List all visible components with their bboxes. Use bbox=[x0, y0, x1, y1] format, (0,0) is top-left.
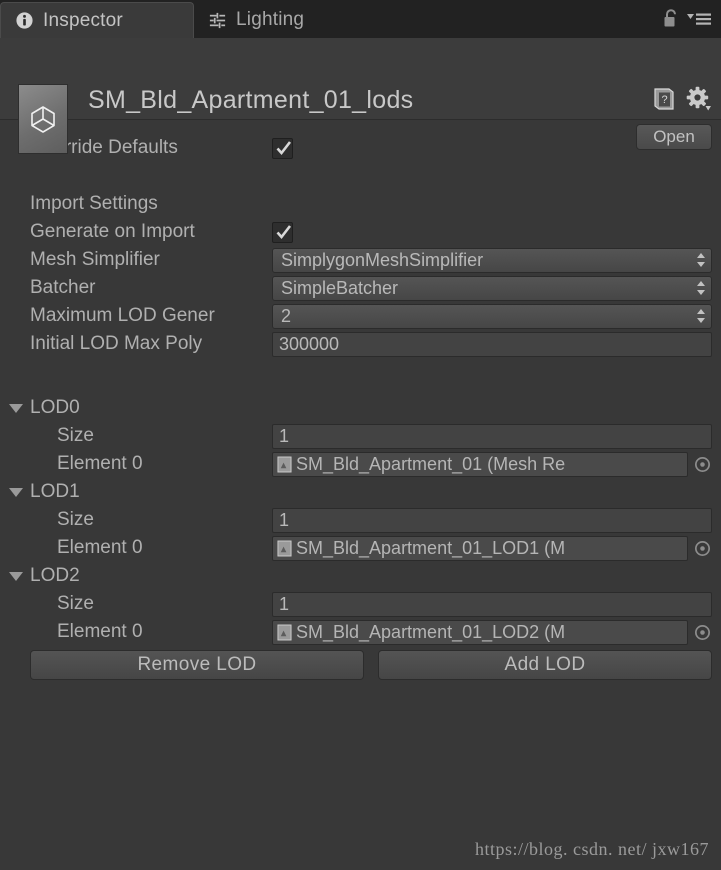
import-settings-header: Import Settings bbox=[30, 193, 158, 214]
help-book-icon[interactable]: ? bbox=[652, 86, 676, 112]
inspector-body: Override Defaults Import Settings Genera… bbox=[0, 120, 721, 680]
lod1-element-0-label: Element 0 bbox=[57, 537, 143, 558]
lod1-label: LOD1 bbox=[30, 481, 80, 502]
mesh-renderer-icon bbox=[277, 456, 292, 472]
tab-inspector-label: Inspector bbox=[43, 9, 123, 31]
foldout-lod0[interactable]: LOD0 bbox=[0, 394, 721, 422]
batcher-label: Batcher bbox=[30, 277, 96, 298]
avatar bbox=[18, 84, 68, 154]
chevron-updown-icon bbox=[697, 253, 705, 267]
generate-on-import-label: Generate on Import bbox=[30, 221, 195, 242]
tab-lighting-label: Lighting bbox=[236, 9, 305, 30]
mesh-simplifier-dropdown[interactable]: SimplygonMeshSimplifier bbox=[272, 247, 712, 273]
lod0-size-label: Size bbox=[57, 425, 94, 446]
maximum-lod-generated-value: 2 bbox=[281, 305, 292, 326]
generate-on-import-checkbox[interactable] bbox=[272, 221, 293, 243]
mesh-renderer-icon bbox=[277, 540, 292, 556]
lod2-element-0-objectfield[interactable]: SM_Bld_Apartment_01_LOD2 (M bbox=[272, 619, 688, 645]
lod1-element-0-value: SM_Bld_Apartment_01_LOD1 (M bbox=[296, 537, 566, 558]
lod2-label: LOD2 bbox=[30, 565, 80, 586]
chevron-updown-icon bbox=[697, 281, 705, 295]
row-batcher: Batcher SimpleBatcher bbox=[0, 274, 721, 302]
page-title: SM_Bld_Apartment_01_lods bbox=[88, 86, 414, 114]
lod2-size-input[interactable]: 1 bbox=[272, 591, 712, 617]
chevron-down-icon bbox=[9, 571, 23, 581]
lod2-element-0-value: SM_Bld_Apartment_01_LOD2 (M bbox=[296, 621, 566, 642]
checkmark-icon bbox=[276, 140, 292, 155]
row-lod1-size: Size 1 bbox=[0, 506, 721, 534]
tab-bar-controls bbox=[662, 8, 721, 38]
lod-action-buttons: Remove LOD Add LOD bbox=[0, 646, 721, 680]
row-lod0-size: Size 1 bbox=[0, 422, 721, 450]
object-picker-icon[interactable] bbox=[693, 623, 712, 642]
batcher-value: SimpleBatcher bbox=[281, 277, 399, 298]
maximum-lod-generated-label: Maximum LOD Gener bbox=[30, 305, 215, 326]
unity-inspector-window: Inspector Lighting SM_Bld_Apartment_01_l… bbox=[0, 0, 721, 870]
mesh-renderer-icon bbox=[277, 624, 292, 640]
initial-lod-max-poly-label: Initial LOD Max Poly bbox=[30, 333, 203, 354]
override-defaults-checkbox[interactable] bbox=[272, 137, 293, 159]
row-lod0-element-0: Element 0 SM_Bld_Apartment_01 (Mesh Re bbox=[0, 450, 721, 478]
row-lod2-size: Size 1 bbox=[0, 590, 721, 618]
mesh-simplifier-label: Mesh Simplifier bbox=[30, 249, 160, 270]
row-lod2-element-0: Element 0 SM_Bld_Apartment_01_LOD2 (M bbox=[0, 618, 721, 646]
mesh-simplifier-value: SimplygonMeshSimplifier bbox=[281, 249, 484, 270]
object-header: SM_Bld_Apartment_01_lods ? Open bbox=[0, 38, 721, 154]
gear-icon[interactable] bbox=[686, 86, 712, 112]
row-maximum-lod-generated: Maximum LOD Gener 2 bbox=[0, 302, 721, 330]
lod0-label: LOD0 bbox=[30, 397, 80, 418]
chevron-updown-icon bbox=[697, 309, 705, 323]
info-circle-icon bbox=[16, 12, 33, 29]
lod1-element-0-objectfield[interactable]: SM_Bld_Apartment_01_LOD1 (M bbox=[272, 535, 688, 561]
object-picker-icon[interactable] bbox=[693, 539, 712, 558]
tab-bar: Inspector Lighting bbox=[0, 0, 721, 38]
row-import-settings-header: Import Settings bbox=[0, 190, 721, 218]
foldout-lod2[interactable]: LOD2 bbox=[0, 562, 721, 590]
tab-lighting[interactable]: Lighting bbox=[194, 2, 322, 38]
lod1-size-label: Size bbox=[57, 509, 94, 530]
lod0-element-0-objectfield[interactable]: SM_Bld_Apartment_01 (Mesh Re bbox=[272, 451, 688, 477]
chevron-down-icon bbox=[9, 487, 23, 497]
tab-inspector[interactable]: Inspector bbox=[0, 2, 194, 38]
lock-open-icon[interactable] bbox=[662, 8, 680, 30]
chevron-down-icon bbox=[9, 403, 23, 413]
lod1-size-input[interactable]: 1 bbox=[272, 507, 712, 533]
initial-lod-max-poly-input[interactable]: 300000 bbox=[272, 331, 712, 357]
remove-lod-button[interactable]: Remove LOD bbox=[30, 650, 364, 680]
open-button[interactable]: Open bbox=[636, 124, 712, 150]
batcher-dropdown[interactable]: SimpleBatcher bbox=[272, 275, 712, 301]
lod0-element-0-value: SM_Bld_Apartment_01 (Mesh Re bbox=[296, 453, 566, 474]
add-lod-button[interactable]: Add LOD bbox=[378, 650, 712, 680]
svg-text:?: ? bbox=[661, 94, 667, 106]
header-icon-group: ? bbox=[652, 86, 712, 112]
row-override-defaults: Override Defaults bbox=[0, 134, 721, 162]
lod2-element-0-wrap: SM_Bld_Apartment_01_LOD2 (M bbox=[272, 619, 712, 645]
lod1-element-0-wrap: SM_Bld_Apartment_01_LOD1 (M bbox=[272, 535, 712, 561]
foldout-lod1[interactable]: LOD1 bbox=[0, 478, 721, 506]
lod0-size-input[interactable]: 1 bbox=[272, 423, 712, 449]
lod2-element-0-label: Element 0 bbox=[57, 621, 143, 642]
watermark-text: https://blog. csdn. net/ jxw167 bbox=[475, 839, 709, 859]
row-generate-on-import: Generate on Import bbox=[0, 218, 721, 246]
checkmark-icon bbox=[276, 224, 292, 239]
row-initial-lod-max-poly: Initial LOD Max Poly 300000 bbox=[0, 330, 721, 358]
hamburger-menu-icon[interactable] bbox=[686, 10, 712, 28]
lighting-sliders-icon bbox=[209, 12, 226, 28]
row-mesh-simplifier: Mesh Simplifier SimplygonMeshSimplifier bbox=[0, 246, 721, 274]
object-picker-icon[interactable] bbox=[693, 455, 712, 474]
unity-prefab-icon bbox=[31, 106, 55, 133]
lod0-element-0-wrap: SM_Bld_Apartment_01 (Mesh Re bbox=[272, 451, 712, 477]
lod2-size-label: Size bbox=[57, 593, 94, 614]
row-lod1-element-0: Element 0 SM_Bld_Apartment_01_LOD1 (M bbox=[0, 534, 721, 562]
maximum-lod-generated-dropdown[interactable]: 2 bbox=[272, 303, 712, 329]
lod0-element-0-label: Element 0 bbox=[57, 453, 143, 474]
